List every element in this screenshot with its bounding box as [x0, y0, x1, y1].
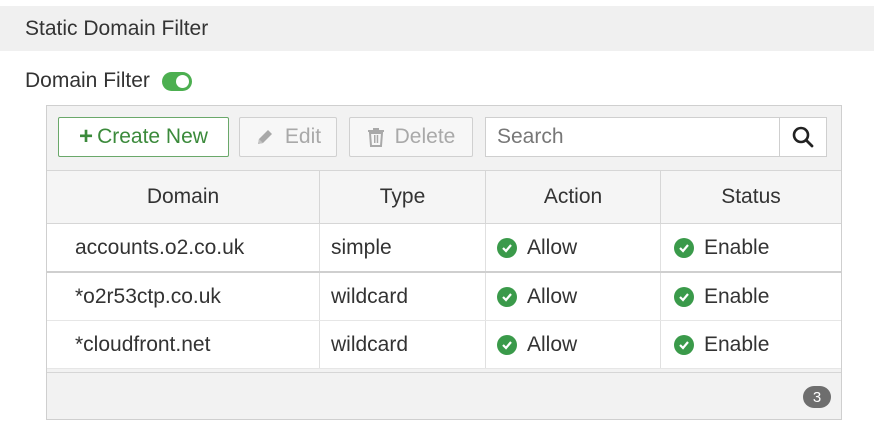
- status-label: Enable: [704, 332, 770, 356]
- column-header-domain[interactable]: Domain: [47, 170, 320, 224]
- check-circle-icon: [674, 334, 694, 355]
- row-count-badge: 3: [803, 386, 831, 408]
- domain-cell: *cloudfront.net: [47, 320, 320, 369]
- table-row[interactable]: accounts.o2.co.uk simple Allow Enable: [47, 223, 841, 273]
- search-button[interactable]: [779, 118, 826, 156]
- status-cell: Enable: [660, 223, 841, 273]
- domain-table: Domain Type Action Status accounts.o2.co…: [47, 170, 841, 369]
- domain-filter-toggle[interactable]: [161, 71, 192, 91]
- action-cell: Allow: [485, 223, 661, 273]
- toggle-knob: [175, 74, 189, 88]
- edit-label: Edit: [284, 125, 322, 148]
- check-circle-icon: [674, 286, 694, 307]
- trash-icon: [367, 128, 384, 147]
- table-header-row: Domain Type Action Status: [47, 170, 841, 224]
- delete-button[interactable]: Delete: [349, 117, 473, 157]
- section-title: Static Domain Filter: [25, 16, 209, 40]
- domain-cell: accounts.o2.co.uk: [47, 223, 320, 273]
- search-box: [485, 117, 827, 157]
- search-input[interactable]: [486, 118, 779, 156]
- delete-label: Delete: [394, 125, 456, 148]
- type-cell: wildcard: [319, 272, 486, 321]
- table-footer: 3: [47, 372, 841, 419]
- domain-filter-panel: + Create New Edit Delete Search Domain T…: [46, 105, 842, 420]
- table-row[interactable]: *cloudfront.net wildcard Allow Enable: [47, 320, 841, 369]
- action-cell: Allow: [485, 320, 661, 369]
- create-new-button[interactable]: + Create New: [58, 117, 229, 157]
- column-header-type[interactable]: Type: [319, 170, 486, 224]
- table-row[interactable]: *o2r53ctp.co.uk wildcard Allow Enable: [47, 272, 841, 321]
- status-cell: Enable: [660, 272, 841, 321]
- column-header-action[interactable]: Action: [485, 170, 661, 224]
- action-cell: Allow: [485, 272, 661, 321]
- check-circle-icon: [497, 334, 517, 355]
- toolbar: + Create New Edit Delete: [47, 106, 841, 170]
- edit-button[interactable]: Edit: [239, 117, 337, 157]
- status-label: Enable: [704, 284, 770, 308]
- pencil-icon: [257, 130, 272, 144]
- domain-cell: *o2r53ctp.co.uk: [47, 272, 320, 321]
- type-cell: simple: [319, 223, 486, 273]
- column-header-status[interactable]: Status: [660, 170, 841, 224]
- section-header: Static Domain Filter: [0, 6, 874, 51]
- domain-filter-label: Domain Filter: [25, 69, 150, 92]
- create-new-label: Create New: [97, 125, 208, 148]
- check-circle-icon: [674, 237, 694, 258]
- check-circle-icon: [497, 286, 517, 307]
- action-label: Allow: [527, 284, 578, 308]
- type-cell: wildcard: [319, 320, 486, 369]
- action-label: Allow: [527, 235, 578, 259]
- action-label: Allow: [527, 332, 578, 356]
- status-label: Enable: [704, 235, 770, 259]
- search-icon: [792, 126, 814, 148]
- status-cell: Enable: [660, 320, 841, 369]
- check-circle-icon: [497, 237, 517, 258]
- plus-icon: +: [79, 123, 94, 150]
- domain-filter-row: Domain Filter: [25, 64, 192, 98]
